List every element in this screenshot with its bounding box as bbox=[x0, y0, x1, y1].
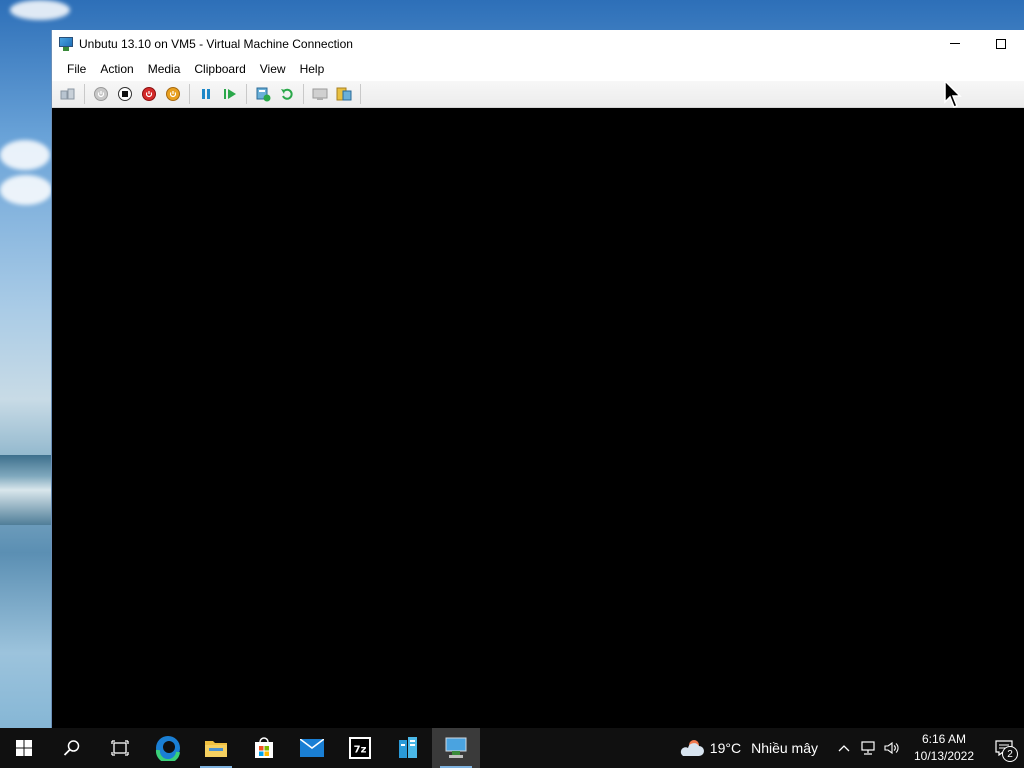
maximize-icon bbox=[996, 38, 1006, 49]
taskbar-server-manager[interactable] bbox=[384, 728, 432, 768]
action-center-button[interactable]: 2 bbox=[984, 728, 1024, 768]
store-icon bbox=[255, 737, 273, 758]
cloudy-weather-icon bbox=[680, 740, 704, 756]
clock-date: 10/13/2022 bbox=[913, 749, 975, 763]
network-icon bbox=[861, 741, 875, 755]
network-button[interactable] bbox=[856, 728, 880, 768]
notification-count-badge: 2 bbox=[1002, 746, 1018, 762]
taskbar-store[interactable] bbox=[240, 728, 288, 768]
menu-file[interactable]: File bbox=[60, 59, 93, 79]
file-explorer-icon bbox=[205, 741, 227, 757]
weather-temperature: 19°C bbox=[709, 740, 742, 756]
pause-icon bbox=[202, 89, 210, 99]
clock[interactable]: 6:16 AM 10/13/2022 bbox=[904, 731, 984, 765]
pause-button[interactable] bbox=[196, 84, 216, 104]
start-icon bbox=[94, 87, 108, 101]
maximize-button[interactable] bbox=[978, 30, 1024, 57]
search-button[interactable] bbox=[48, 728, 96, 768]
show-hidden-icons-button[interactable] bbox=[832, 728, 856, 768]
taskbar: 7z 19°C Nhiều mây 6:16 AM 10/13/2022 2 bbox=[0, 728, 1024, 768]
share-icon bbox=[336, 87, 352, 101]
menu-help[interactable]: Help bbox=[293, 59, 332, 79]
vm-connection-window: Unbutu 13.10 on VM5 - Virtual Machine Co… bbox=[51, 30, 1024, 728]
window-controls bbox=[932, 30, 1024, 57]
vm-connection-icon bbox=[445, 737, 467, 758]
wallpaper-cloud bbox=[0, 140, 50, 170]
toolbar-separator bbox=[246, 84, 247, 104]
start-menu-button[interactable] bbox=[0, 728, 48, 768]
system-tray: 19°C Nhiều mây 6:16 AM 10/13/2022 2 bbox=[678, 728, 1024, 768]
share-button[interactable] bbox=[334, 84, 354, 104]
toolbar-separator bbox=[303, 84, 304, 104]
volume-button[interactable] bbox=[880, 728, 904, 768]
minimize-icon bbox=[950, 43, 960, 44]
start-button[interactable] bbox=[91, 84, 111, 104]
vm-display[interactable] bbox=[52, 108, 1024, 728]
enhanced-session-button[interactable] bbox=[310, 84, 330, 104]
menu-media[interactable]: Media bbox=[141, 59, 188, 79]
search-icon bbox=[63, 740, 80, 756]
resume-icon bbox=[224, 89, 236, 99]
menu-bar: File Action Media Clipboard View Help bbox=[52, 57, 1024, 81]
wallpaper-cloud bbox=[10, 0, 70, 20]
mouse-cursor-icon bbox=[944, 80, 962, 108]
checkpoint-icon bbox=[256, 87, 271, 102]
toolbar-separator bbox=[84, 84, 85, 104]
title-bar[interactable]: Unbutu 13.10 on VM5 - Virtual Machine Co… bbox=[52, 30, 1024, 57]
turn-off-button[interactable] bbox=[115, 84, 135, 104]
ctrl-alt-del-button[interactable] bbox=[58, 84, 78, 104]
svg-text:7z: 7z bbox=[354, 745, 367, 756]
weather-condition: Nhiều mây bbox=[751, 740, 818, 756]
menu-action[interactable]: Action bbox=[93, 59, 140, 79]
revert-icon bbox=[281, 88, 293, 100]
taskbar-7zip[interactable]: 7z bbox=[336, 728, 384, 768]
toolbar bbox=[52, 81, 1024, 108]
revert-button[interactable] bbox=[277, 84, 297, 104]
minimize-button[interactable] bbox=[932, 30, 978, 57]
menu-view[interactable]: View bbox=[253, 59, 293, 79]
7zip-icon: 7z bbox=[349, 737, 371, 759]
task-view-icon bbox=[111, 740, 129, 756]
save-icon bbox=[166, 87, 180, 101]
turn-off-icon bbox=[118, 87, 132, 101]
windows-logo-icon bbox=[16, 740, 32, 756]
wallpaper-cloud bbox=[0, 175, 52, 205]
toolbar-separator bbox=[360, 84, 361, 104]
edge-icon bbox=[155, 736, 180, 761]
menu-clipboard[interactable]: Clipboard bbox=[187, 59, 252, 79]
server-manager-icon bbox=[399, 737, 417, 758]
taskbar-file-explorer[interactable] bbox=[192, 728, 240, 768]
checkpoint-button[interactable] bbox=[253, 84, 273, 104]
resume-button[interactable] bbox=[220, 84, 240, 104]
clock-time: 6:16 AM bbox=[921, 732, 967, 746]
vm-connection-icon bbox=[58, 36, 74, 52]
volume-icon bbox=[884, 741, 899, 755]
taskbar-mail[interactable] bbox=[288, 728, 336, 768]
enhanced-session-icon bbox=[312, 88, 328, 100]
window-title: Unbutu 13.10 on VM5 - Virtual Machine Co… bbox=[79, 36, 353, 51]
chevron-up-icon bbox=[838, 745, 850, 752]
shutdown-icon bbox=[142, 87, 156, 101]
toolbar-separator bbox=[189, 84, 190, 104]
save-button[interactable] bbox=[163, 84, 183, 104]
mail-icon bbox=[300, 739, 324, 757]
ctrl-alt-del-icon bbox=[60, 88, 75, 100]
task-view-button[interactable] bbox=[96, 728, 144, 768]
taskbar-vm-connection[interactable] bbox=[432, 728, 480, 768]
shutdown-button[interactable] bbox=[139, 84, 159, 104]
weather-widget[interactable]: 19°C Nhiều mây bbox=[678, 739, 818, 757]
taskbar-edge[interactable] bbox=[144, 728, 192, 768]
